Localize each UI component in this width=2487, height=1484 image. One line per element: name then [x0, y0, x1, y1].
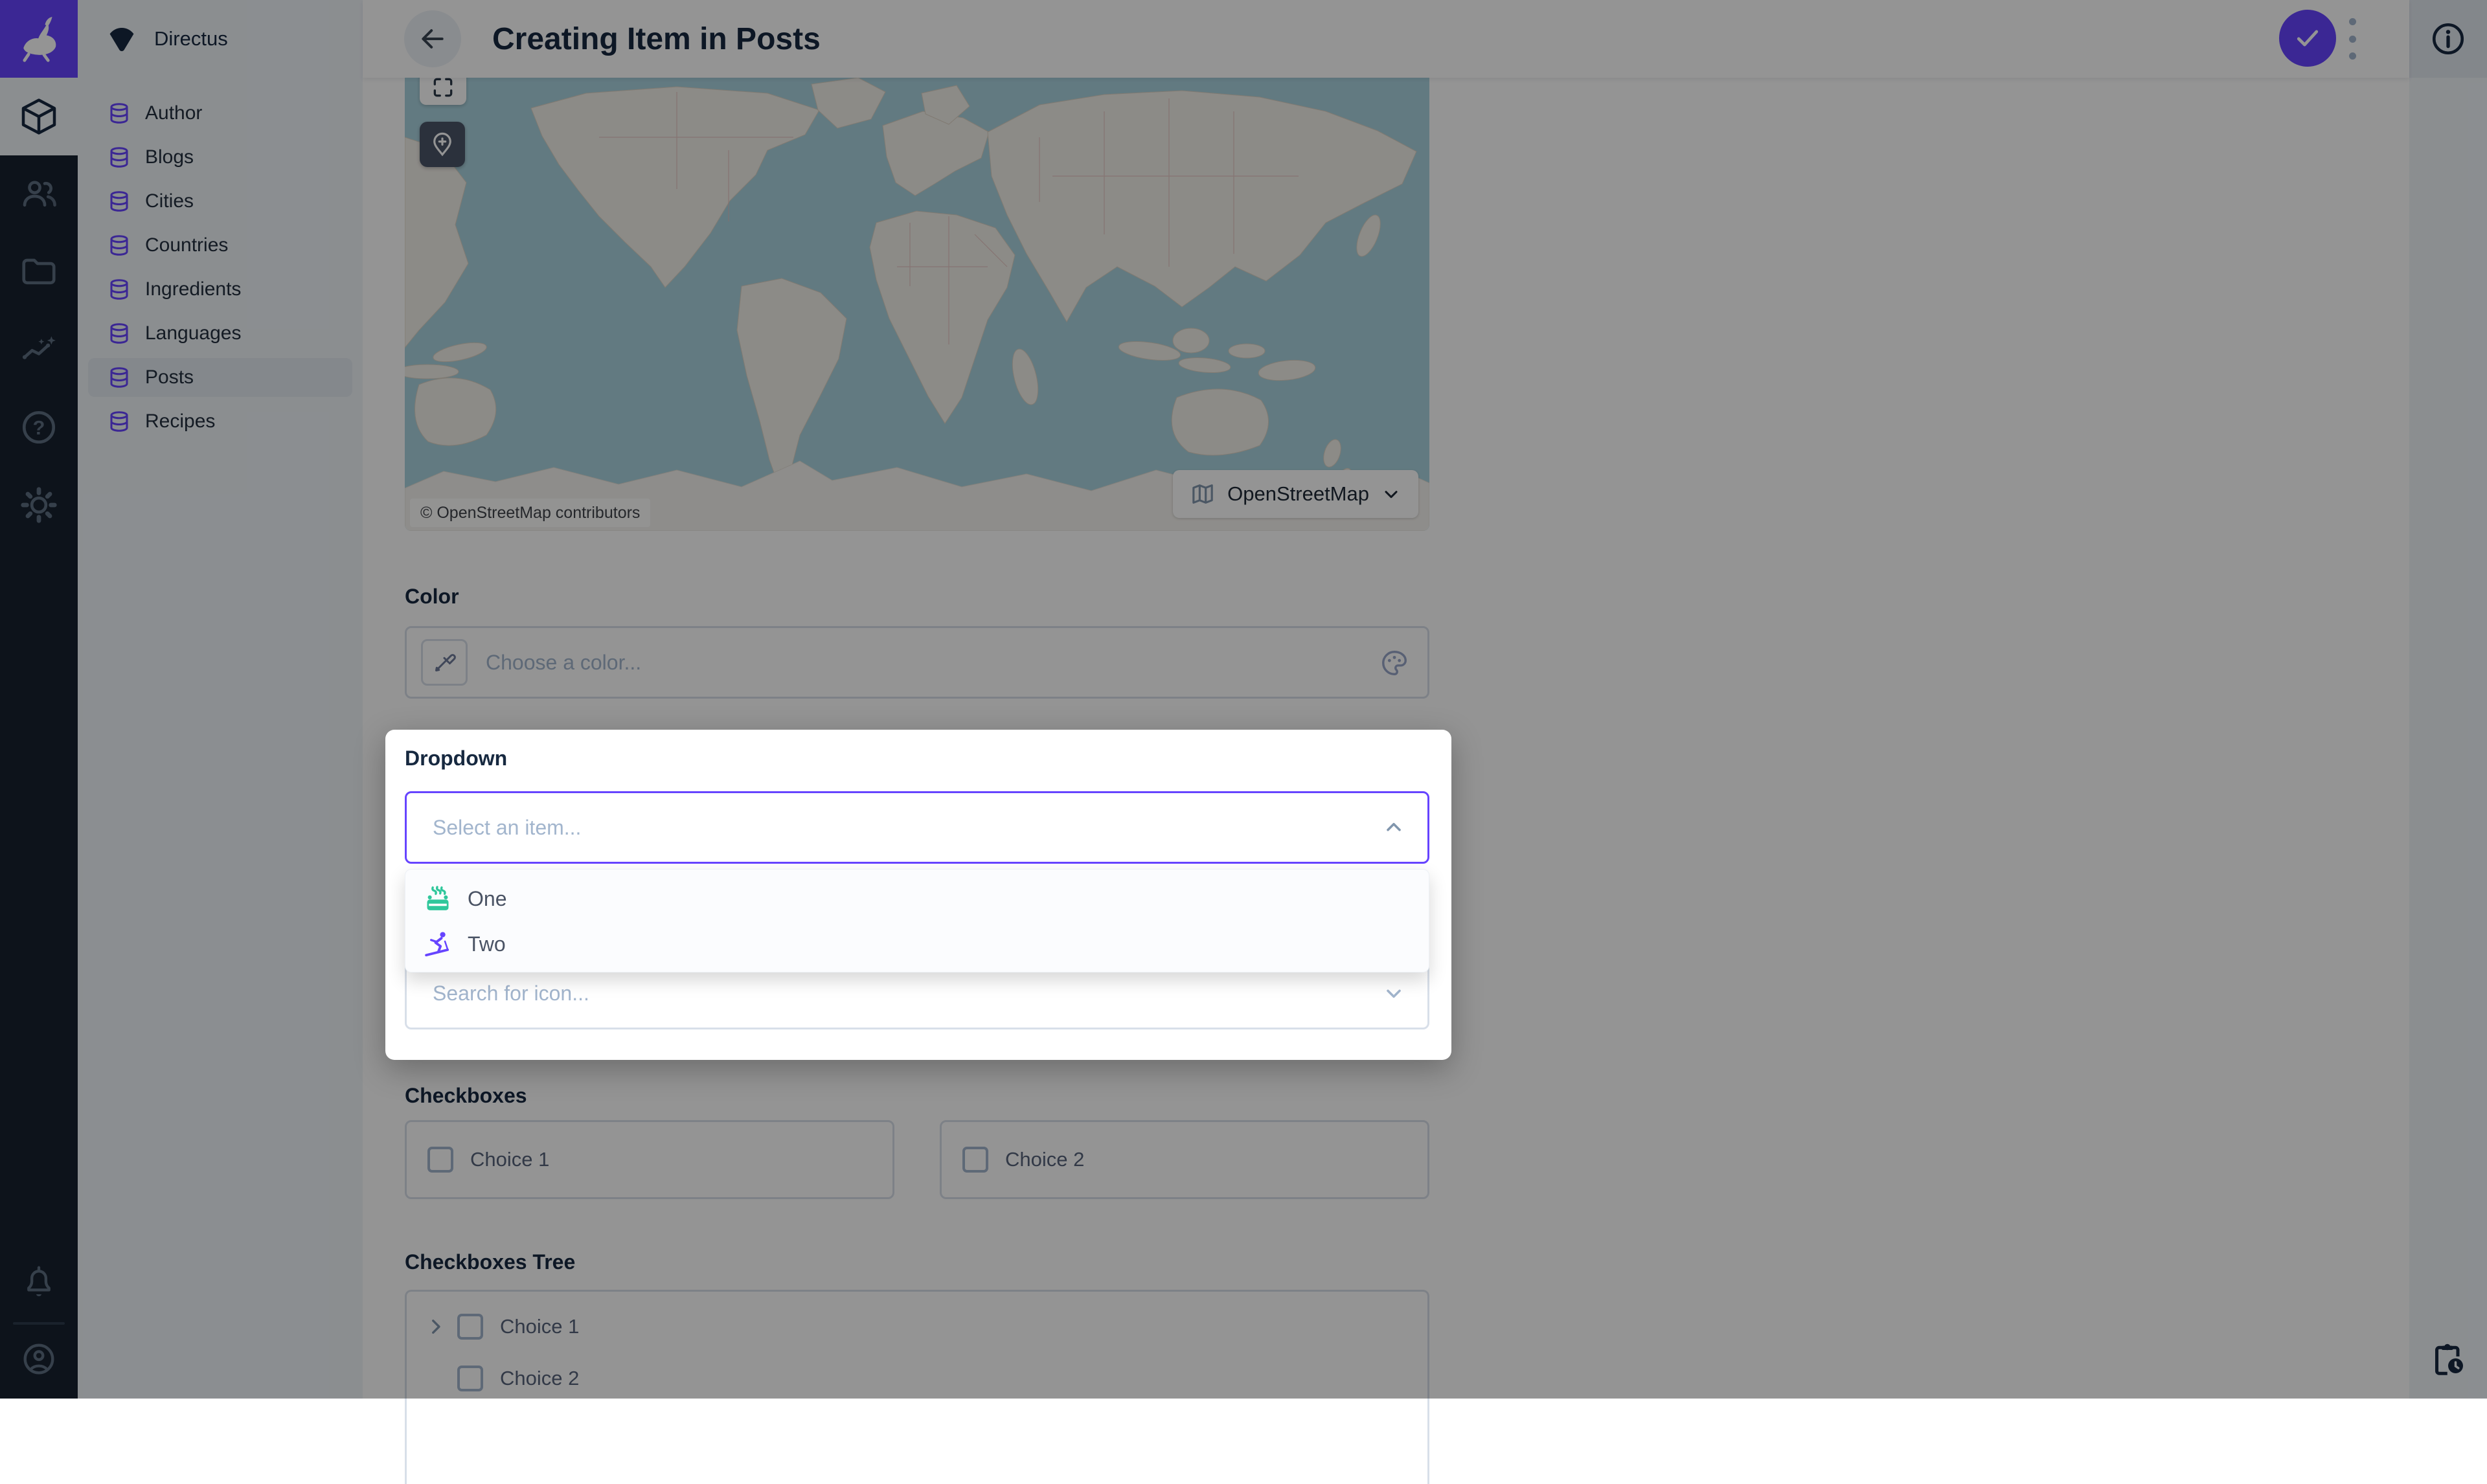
modal-overlay[interactable]	[0, 0, 2487, 1399]
dropdown-menu: One Two	[405, 869, 1429, 972]
dropdown-field-label: Dropdown	[405, 747, 507, 770]
dropdown-select[interactable]: Select an item...	[405, 791, 1429, 864]
dropdown-option-two[interactable]: Two	[405, 921, 1429, 967]
chevron-down-icon	[1382, 982, 1405, 1005]
hot-tub-icon	[424, 884, 452, 913]
icon-search-placeholder: Search for icon...	[433, 982, 589, 1006]
skiing-icon	[424, 930, 452, 958]
dropdown-option-one[interactable]: One	[405, 876, 1429, 921]
dropdown-field-card: Dropdown Select an item... One	[385, 730, 1451, 1060]
dropdown-placeholder: Select an item...	[433, 816, 581, 840]
chevron-up-icon	[1382, 816, 1405, 839]
